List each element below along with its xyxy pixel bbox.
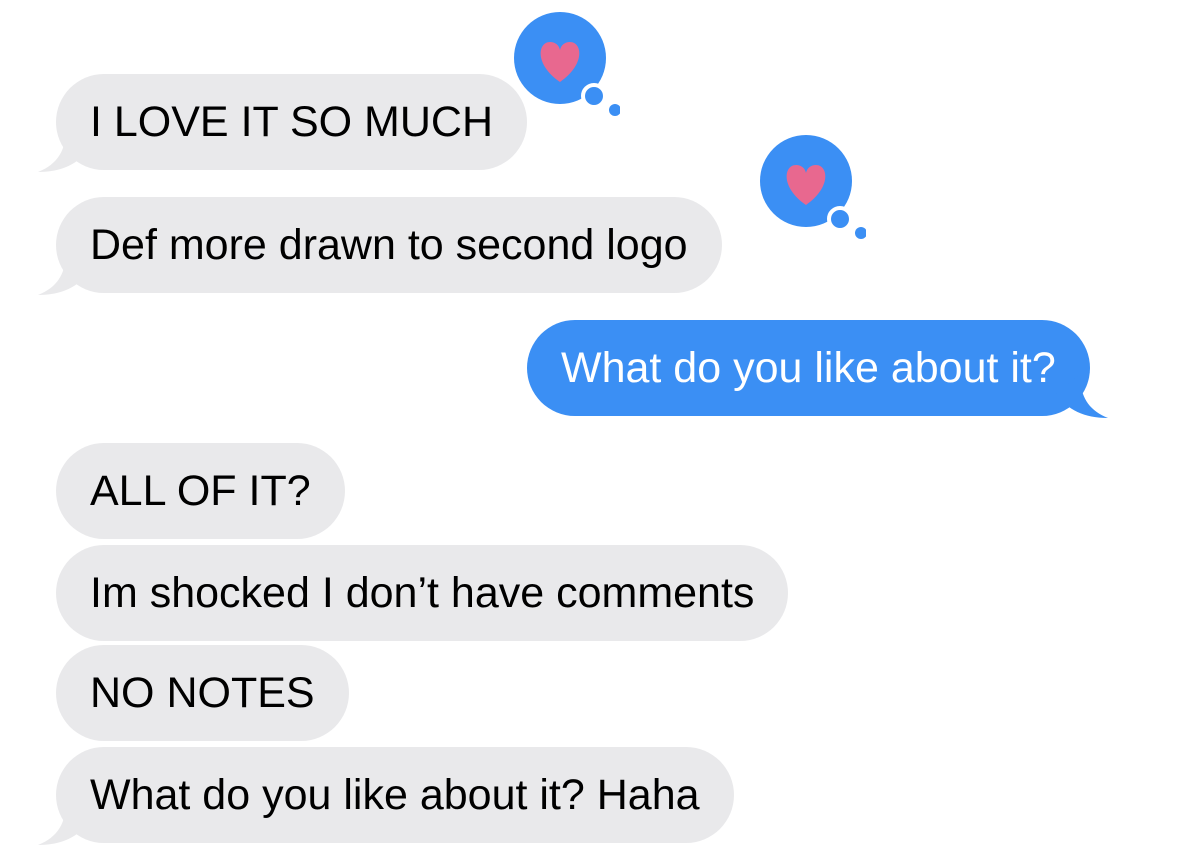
message-text: What do you like about it? Haha bbox=[90, 770, 700, 819]
message-bubble-received[interactable]: ALL OF IT? bbox=[56, 443, 345, 539]
message-bubble-received[interactable]: NO NOTES bbox=[56, 645, 349, 741]
message-bubble-received[interactable]: Def more drawn to second logo bbox=[38, 197, 722, 295]
message-text: ALL OF IT? bbox=[90, 466, 311, 515]
message-bubble-sent[interactable]: What do you like about it? bbox=[527, 320, 1108, 418]
bubble-tail bbox=[38, 128, 90, 172]
message-text: Im shocked I don’t have comments bbox=[90, 568, 755, 617]
message-text: NO NOTES bbox=[90, 668, 315, 717]
message-bubble-received[interactable]: I LOVE IT SO MUCH bbox=[38, 74, 527, 172]
message-text: Def more drawn to second logo bbox=[90, 220, 688, 269]
heart-tapback-icon[interactable] bbox=[510, 12, 620, 122]
message-text: What do you like about it? bbox=[561, 343, 1056, 392]
bubble-tail bbox=[38, 801, 90, 845]
message-text: I LOVE IT SO MUCH bbox=[90, 97, 493, 146]
message-bubble-received[interactable]: Im shocked I don’t have comments bbox=[56, 545, 789, 641]
bubble-tail bbox=[1055, 374, 1108, 418]
message-bubble-received[interactable]: What do you like about it? Haha bbox=[38, 747, 734, 845]
heart-tapback-icon[interactable] bbox=[756, 135, 866, 245]
messages-screen: { "conversation": { "messages": [ {"send… bbox=[0, 0, 1200, 866]
bubble-tail bbox=[38, 251, 90, 295]
